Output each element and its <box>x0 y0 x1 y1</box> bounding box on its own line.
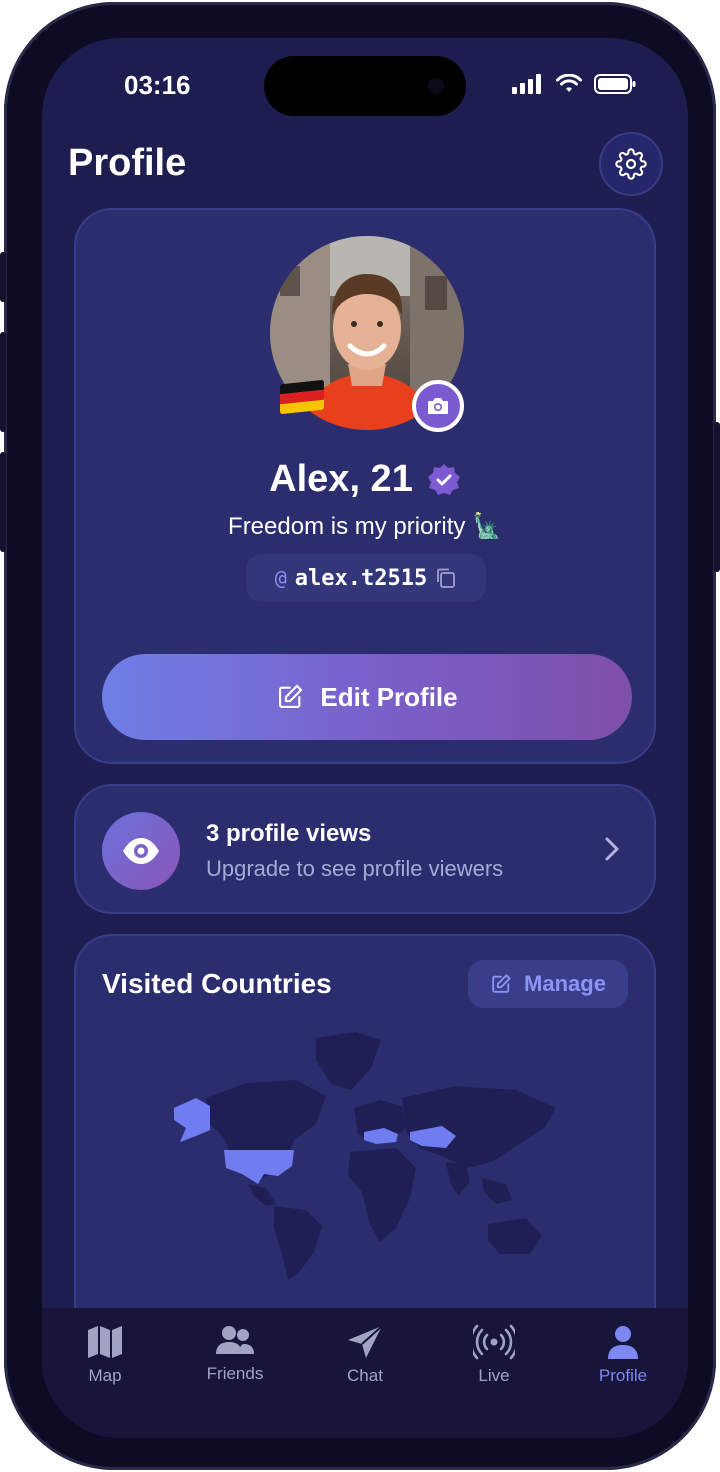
profile-card: Alex, 21 Freedom is my priority 🗽 @ alex… <box>74 208 656 764</box>
screen: 03:16 Profile Alex, 21 Freedom is my pri… <box>42 38 688 1438</box>
profile-bio: Freedom is my priority 🗽 <box>228 513 502 540</box>
tab-bar: Map Friends Chat Live Profile <box>42 1308 688 1438</box>
dynamic-island <box>264 56 466 116</box>
profile-views-subtitle: Upgrade to see profile viewers <box>206 856 504 881</box>
tab-map-label: Map <box>88 1366 122 1385</box>
tab-map[interactable]: Map <box>50 1324 160 1386</box>
map-asia <box>402 1086 556 1168</box>
tab-friends-label: Friends <box>206 1364 264 1383</box>
verified-badge-icon <box>427 463 460 495</box>
visited-countries-title: Visited Countries <box>102 968 332 999</box>
tab-live[interactable]: Live <box>439 1324 549 1386</box>
map-southeast-asia <box>482 1178 512 1204</box>
map-south-america <box>274 1206 322 1280</box>
map-greenland <box>316 1032 381 1090</box>
name-row: Alex, 21 <box>76 458 654 501</box>
tab-chat-label: Chat <box>347 1366 383 1385</box>
change-photo-button[interactable] <box>412 380 464 432</box>
volume-down-button <box>0 452 6 552</box>
edit-profile-button[interactable]: Edit Profile <box>102 654 632 740</box>
status-time: 03:16 <box>124 70 191 100</box>
visited-countries-card: Visited Countries Manage <box>74 934 656 1354</box>
settings-button[interactable] <box>599 132 663 196</box>
profile-name: Alex, 21 <box>269 458 413 500</box>
signal-icon <box>512 74 541 94</box>
friends-icon <box>216 1326 254 1354</box>
page-title: Profile <box>68 142 187 184</box>
manage-countries-button[interactable]: Manage <box>468 960 628 1008</box>
world-map <box>174 1032 556 1280</box>
broadcast-icon <box>473 1324 515 1360</box>
tab-live-label: Live <box>478 1366 510 1385</box>
volume-up-button <box>0 332 6 432</box>
tab-profile-label: Profile <box>598 1366 648 1385</box>
battery-icon <box>594 74 636 94</box>
edit-icon <box>492 974 511 993</box>
map-central-america <box>248 1184 276 1206</box>
phone-frame: 03:16 Profile Alex, 21 Freedom is my pri… <box>0 2 720 1470</box>
copy-icon <box>437 568 456 588</box>
mute-switch <box>0 252 6 302</box>
username: alex.t2515 <box>294 565 428 591</box>
map-alaska-visited <box>174 1098 210 1142</box>
avatar-container <box>270 236 464 432</box>
country-flag-germany <box>280 379 324 415</box>
tab-chat[interactable]: Chat <box>310 1324 420 1386</box>
map-australia <box>488 1218 542 1254</box>
tab-friends[interactable]: Friends <box>180 1324 290 1384</box>
chevron-right-icon <box>605 837 619 861</box>
map-india <box>446 1162 470 1196</box>
send-icon <box>348 1325 383 1358</box>
map-africa <box>348 1148 416 1242</box>
edit-profile-label: Edit Profile <box>320 681 458 712</box>
edit-icon <box>279 684 303 708</box>
profile-views-card[interactable]: 3 profile views Upgrade to see profile v… <box>74 784 656 914</box>
gear-icon <box>615 148 647 180</box>
views-icon-badge <box>102 812 180 890</box>
username-copy-button[interactable]: @ alex.t2515 <box>246 554 486 602</box>
status-icons <box>512 74 636 94</box>
power-button <box>714 422 720 572</box>
manage-label: Manage <box>524 971 606 996</box>
map-usa-visited <box>224 1150 294 1184</box>
camera-icon <box>428 398 448 414</box>
eye-icon <box>123 838 159 864</box>
profile-views-count: 3 profile views <box>206 820 372 847</box>
map-icon <box>88 1326 122 1358</box>
tab-profile[interactable]: Profile <box>568 1324 678 1386</box>
at-symbol: @ <box>274 566 287 590</box>
person-icon <box>608 1326 638 1359</box>
wifi-icon <box>556 74 582 92</box>
